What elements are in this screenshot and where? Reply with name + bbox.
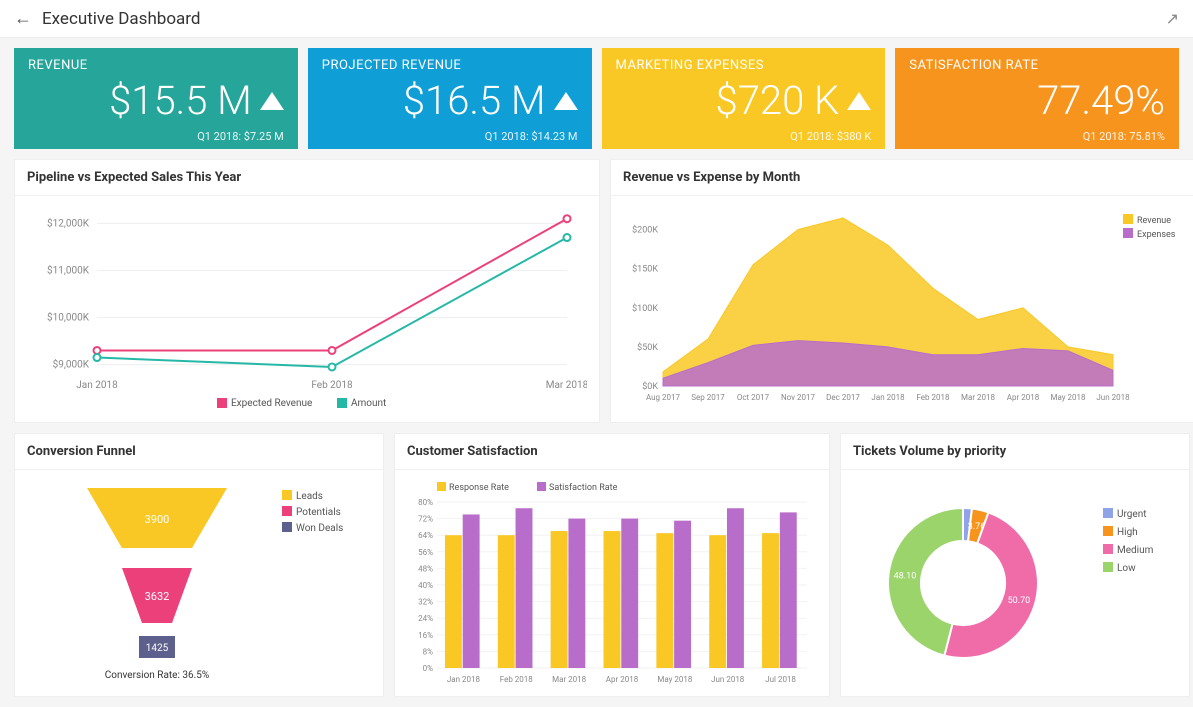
svg-text:Oct 2017: Oct 2017 [737,393,770,402]
chart-funnel: 3900 3632 1425 Conversion Rate: 36.5% Leads P… [27,478,373,688]
svg-text:Feb 2018: Feb 2018 [500,675,534,684]
svg-text:40%: 40% [418,581,433,590]
svg-text:0%: 0% [423,664,433,673]
svg-text:$50K: $50K [637,342,658,353]
svg-text:Leads: Leads [296,491,323,502]
kpi-value: $15.5 M [109,77,252,124]
svg-text:Medium: Medium [1117,545,1154,556]
svg-text:Potentials: Potentials [296,507,341,518]
svg-text:Aug 2017: Aug 2017 [646,393,681,402]
svg-text:Jul 2018: Jul 2018 [765,675,796,684]
svg-text:Revenue: Revenue [1137,216,1171,226]
svg-text:Nov 2017: Nov 2017 [781,393,816,402]
svg-text:Low: Low [1117,563,1136,574]
chart-title: Conversion Funnel [15,434,383,470]
svg-text:Expected Revenue: Expected Revenue [231,398,312,409]
kpi-sub: Q1 2018: $14.23 M [322,130,578,143]
svg-text:24%: 24% [418,614,433,623]
chart-title: Pipeline vs Expected Sales This Year [15,160,599,196]
svg-text:50.70: 50.70 [1008,596,1031,606]
kpi-row: REVENUE $15.5 M Q1 2018: $7.25 M PROJECT… [0,38,1193,159]
svg-text:$100K: $100K [632,303,658,314]
kpi-sub: Q1 2018: 75.81% [909,130,1165,143]
svg-text:Jun 2018: Jun 2018 [711,675,745,684]
svg-text:Sep 2017: Sep 2017 [691,393,725,402]
svg-text:Jan 2018: Jan 2018 [447,675,481,684]
kpi-label: REVENUE [28,58,284,73]
header-bar: ← Executive Dashboard ↗ [0,0,1193,38]
kpi-sub: Q1 2018: $380 K [616,130,872,143]
trend-up-icon [847,92,871,110]
svg-text:16%: 16% [418,631,433,640]
svg-text:Jan 2018: Jan 2018 [871,393,905,402]
svg-text:$11,000K: $11,000K [47,263,90,276]
svg-text:Jun 2018: Jun 2018 [1096,393,1130,402]
svg-text:Expenses: Expenses [1137,230,1176,240]
svg-text:Conversion Rate: 36.5%: Conversion Rate: 36.5% [105,670,209,681]
kpi-value: $16.5 M [403,77,546,124]
svg-text:Feb 2018: Feb 2018 [916,393,950,402]
kpi-projected-revenue[interactable]: PROJECTED REVENUE $16.5 M Q1 2018: $14.2… [308,48,592,149]
svg-text:Amount: Amount [351,398,386,409]
svg-text:$200K: $200K [632,225,658,236]
svg-text:Apr 2018: Apr 2018 [606,675,639,684]
svg-text:64%: 64% [418,531,433,540]
page-title: Executive Dashboard [42,9,201,29]
card-csat: Customer Satisfaction 0% 8% 16% 24% 32% 40% 48… [394,433,830,697]
svg-text:Urgent: Urgent [1117,509,1147,520]
kpi-sub: Q1 2018: $7.25 M [28,130,284,143]
kpi-value: $720 K [716,77,840,124]
svg-text:$150K: $150K [632,264,658,275]
svg-text:Feb 2018: Feb 2018 [311,380,353,391]
svg-text:72%: 72% [418,515,433,524]
svg-text:80%: 80% [418,498,433,507]
svg-text:$0K: $0K [642,381,658,392]
external-link-icon[interactable]: ↗ [1166,9,1179,28]
chart-tickets: 3.7650.7048.10UrgentHighMediumLow [853,478,1179,688]
chart-title: Customer Satisfaction [395,434,829,470]
svg-text:Mar 2018: Mar 2018 [961,393,996,402]
trend-up-icon [554,92,578,110]
svg-text:May 2018: May 2018 [1050,393,1086,402]
svg-text:Won Deals: Won Deals [296,523,343,534]
svg-text:$10,000K: $10,000K [47,311,90,324]
svg-text:Jan 2018: Jan 2018 [76,380,118,391]
svg-text:3900: 3900 [145,513,170,526]
svg-text:Dec 2017: Dec 2017 [826,393,860,402]
svg-text:32%: 32% [418,598,433,607]
svg-text:Mar 2018: Mar 2018 [552,675,587,684]
kpi-label: MARKETING EXPENSES [616,58,872,73]
kpi-revenue[interactable]: REVENUE $15.5 M Q1 2018: $7.25 M [14,48,298,149]
svg-text:Mar 2018: Mar 2018 [546,380,587,391]
chart-title: Tickets Volume by priority [841,434,1189,470]
svg-text:Satisfaction Rate: Satisfaction Rate [549,483,618,493]
svg-text:$12,000K: $12,000K [47,216,90,229]
kpi-label: SATISFACTION RATE [909,58,1165,73]
kpi-marketing-expenses[interactable]: MARKETING EXPENSES $720 K Q1 2018: $380 … [602,48,886,149]
svg-text:56%: 56% [418,548,433,557]
kpi-satisfaction-rate[interactable]: SATISFACTION RATE 77.49% Q1 2018: 75.81% [895,48,1179,149]
svg-text:48%: 48% [418,564,433,573]
card-rev-exp: Revenue vs Expense by Month $0K $50K $100K… [610,159,1193,423]
kpi-label: PROJECTED REVENUE [322,58,578,73]
card-pipeline: Pipeline vs Expected Sales This Year $9,… [14,159,600,423]
svg-text:Apr 2018: Apr 2018 [1007,393,1040,402]
chart-csat: 0% 8% 16% 24% 32% 40% 48% 56% 64% 72% 80% Jan 2018 F… [407,478,817,688]
svg-text:High: High [1117,527,1138,538]
trend-up-icon [260,92,284,110]
card-tickets: Tickets Volume by priority 3.7650.7048.1… [840,433,1190,697]
chart-pipeline: $9,000K $10,000K $11,000K $12,000K Jan 2018 F… [27,204,587,414]
svg-text:May 2018: May 2018 [657,675,693,684]
card-funnel: Conversion Funnel 3900 3632 1425 Conversion… [14,433,384,697]
svg-text:$9,000K: $9,000K [53,358,90,371]
svg-text:3632: 3632 [145,590,170,603]
kpi-value: 77.49% [1037,77,1165,124]
chart-rev-exp: $0K $50K $100K $150K $200K Aug 2017 Sep 2017 Oc… [623,204,1183,414]
svg-text:Response Rate: Response Rate [449,483,509,493]
svg-text:48.10: 48.10 [894,572,917,582]
back-arrow-icon[interactable]: ← [14,8,32,29]
chart-title: Revenue vs Expense by Month [611,160,1193,196]
svg-text:1425: 1425 [146,643,169,654]
svg-text:8%: 8% [423,647,433,656]
